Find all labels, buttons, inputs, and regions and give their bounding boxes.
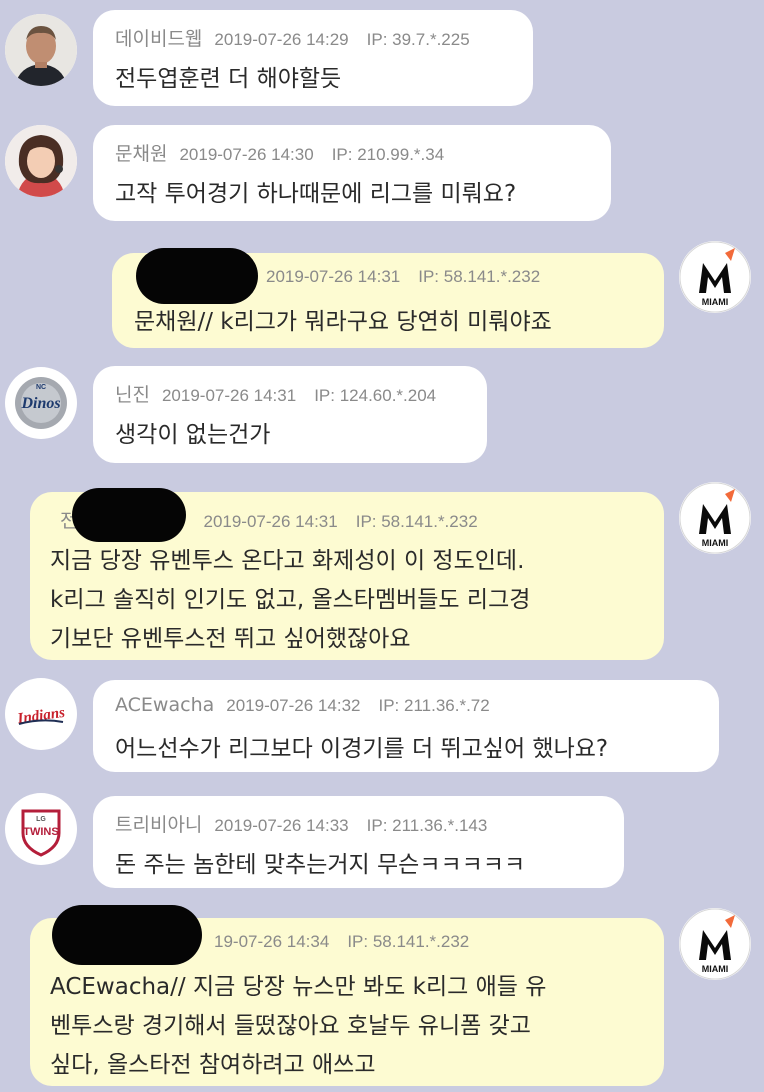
message-line: 기보단 유벤투스전 뛰고 싶어했잖아요 — [50, 626, 411, 652]
message-text: 어느선수가 리그보다 이경기를 더 뛰고싶어 했나요? — [115, 730, 699, 769]
ip-address: IP: 58.141.*.232 — [347, 932, 470, 951]
message-line: 전두엽훈련 더 해야할듯 — [115, 66, 342, 92]
marlins-logo-icon: MIAMI — [679, 482, 751, 554]
message-line: 어느선수가 리그보다 이경기를 더 뛰고싶어 했나요? — [115, 736, 609, 762]
message-meta: 닌진 2019-07-26 14:31 IP: 124.60.*.204 — [115, 380, 467, 410]
message-meta: 19-07-26 14:34 IP: 58.141.*.232 — [202, 932, 644, 962]
timestamp: 2019-07-26 14:31 — [161, 386, 297, 405]
avatar-marlins[interactable]: MIAMI — [679, 241, 751, 313]
marlins-logo-text: MIAMI — [702, 297, 729, 307]
nickname[interactable]: ACEwacha — [115, 694, 214, 716]
redaction-mark — [136, 248, 258, 304]
ip-address: IP: 58.141.*.232 — [355, 512, 478, 531]
message-line: k리그 솔직히 인기도 없고, 올스타멤버들도 리그경 — [50, 587, 531, 613]
nickname[interactable]: 데이비드웹 — [115, 24, 202, 51]
avatar-acewacha[interactable]: Indians — [5, 678, 77, 750]
message-text: 전두엽훈련 더 해야할듯 — [115, 60, 513, 99]
timestamp: 2019-07-26 14:32 — [226, 696, 361, 715]
timestamp: 19-07-26 14:34 — [214, 932, 330, 951]
message-text: 생각이 없는건가 — [115, 416, 467, 455]
twins-logo-text: TWINS — [23, 826, 58, 838]
dinos-logo-text: Dinos — [20, 395, 60, 412]
message-text: 지금 당장 유벤투스 온다고 화제성이 이 정도인데. k리그 솔직히 인기도 … — [50, 542, 644, 659]
nickname[interactable]: 닌진 — [115, 380, 150, 407]
message-meta: 데이비드웹 2019-07-26 14:29 IP: 39.7.*.225 — [115, 24, 513, 54]
message-bubble[interactable]: 문채원 2019-07-26 14:30 IP: 210.99.*.34 고작 … — [93, 125, 611, 221]
message-text: 고작 투어경기 하나때문에 리그를 미뤄요? — [115, 175, 591, 214]
marlins-logo-icon: MIAMI — [679, 241, 751, 313]
indians-logo-icon: Indians — [6, 679, 76, 749]
timestamp: 2019-07-26 14:33 — [214, 816, 349, 835]
ip-address: IP: 39.7.*.225 — [366, 30, 470, 49]
person-photo-icon — [5, 14, 77, 86]
ip-address: IP: 211.36.*.72 — [378, 696, 490, 715]
avatar-davidweb[interactable] — [5, 14, 77, 86]
marlins-logo-icon: MIAMI — [679, 908, 751, 980]
timestamp: 2019-07-26 14:31 — [203, 512, 338, 531]
redaction-mark — [72, 488, 186, 542]
nickname[interactable]: 트리비아니 — [115, 810, 202, 837]
message-bubble[interactable]: 데이비드웹 2019-07-26 14:29 IP: 39.7.*.225 전두… — [93, 10, 533, 106]
avatar-marlins[interactable]: MIAMI — [679, 482, 751, 554]
message-text: 문채원// k리그가 뭐라구요 당연히 미뤄야죠 — [134, 303, 644, 342]
chat-thread: 데이비드웹 2019-07-26 14:29 IP: 39.7.*.225 전두… — [0, 0, 764, 1092]
lg-twins-logo-icon: LG TWINS — [6, 794, 76, 864]
message-line: 문채원// k리그가 뭐라구요 당연히 미뤄야죠 — [134, 309, 552, 335]
ip-address: IP: 210.99.*.34 — [331, 145, 445, 164]
message-bubble[interactable]: 닌진 2019-07-26 14:31 IP: 124.60.*.204 생각이… — [93, 366, 487, 463]
avatar-ninjin[interactable]: NC Dinos — [5, 367, 77, 439]
message-meta: 2019-07-26 14:31 IP: 58.141.*.232 — [254, 267, 644, 297]
message-meta: ACEwacha 2019-07-26 14:32 IP: 211.36.*.7… — [115, 694, 699, 724]
timestamp: 2019-07-26 14:30 — [179, 145, 314, 164]
ip-address: IP: 58.141.*.232 — [418, 267, 541, 286]
message-line: 싶다, 올스타전 참여하려고 애쓰고 — [50, 1052, 376, 1078]
message-line: 고작 투어경기 하나때문에 리그를 미뤄요? — [115, 181, 517, 207]
marlins-logo-text: MIAMI — [702, 538, 729, 548]
message-line: 돈 주는 놈한테 맞추는거지 무슨ㅋㅋㅋㅋㅋ — [115, 852, 526, 878]
message-line: 지금 당장 유벤투스 온다고 화제성이 이 정도인데. — [50, 548, 525, 574]
message-line: 생각이 없는건가 — [115, 422, 271, 448]
avatar-marlins[interactable]: MIAMI — [679, 908, 751, 980]
message-line: 벤투스랑 경기해서 들떴잖아요 호날두 유니폼 갖고 — [50, 1013, 531, 1039]
ip-address: IP: 211.36.*.143 — [366, 816, 488, 835]
dinos-logo-small: NC — [36, 384, 46, 391]
redaction-mark — [52, 905, 202, 965]
avatar-tribiani[interactable]: LG TWINS — [5, 793, 77, 865]
marlins-logo-text: MIAMI — [702, 964, 729, 974]
message-meta: 트리비아니 2019-07-26 14:33 IP: 211.36.*.143 — [115, 810, 604, 840]
ip-address: IP: 124.60.*.204 — [314, 386, 437, 405]
message-text: 돈 주는 놈한테 맞추는거지 무슨ㅋㅋㅋㅋㅋ — [115, 846, 604, 885]
avatar-moonchaewon[interactable] — [5, 125, 77, 197]
twins-logo-small: LG — [36, 816, 46, 823]
person-photo-icon — [5, 125, 77, 197]
message-text: ACEwacha// 지금 당장 뉴스만 봐도 k리그 애들 유 벤투스랑 경기… — [50, 968, 644, 1085]
message-bubble[interactable]: ACEwacha 2019-07-26 14:32 IP: 211.36.*.7… — [93, 680, 719, 772]
nc-dinos-logo-icon: NC Dinos — [6, 368, 76, 438]
message-line: ACEwacha// 지금 당장 뉴스만 봐도 k리그 애들 유 — [50, 974, 547, 1000]
message-bubble[interactable]: 트리비아니 2019-07-26 14:33 IP: 211.36.*.143 … — [93, 796, 624, 888]
timestamp: 2019-07-26 14:31 — [266, 267, 401, 286]
nickname[interactable]: 문채원 — [115, 139, 167, 166]
timestamp: 2019-07-26 14:29 — [214, 30, 349, 49]
message-meta: 문채원 2019-07-26 14:30 IP: 210.99.*.34 — [115, 139, 591, 169]
